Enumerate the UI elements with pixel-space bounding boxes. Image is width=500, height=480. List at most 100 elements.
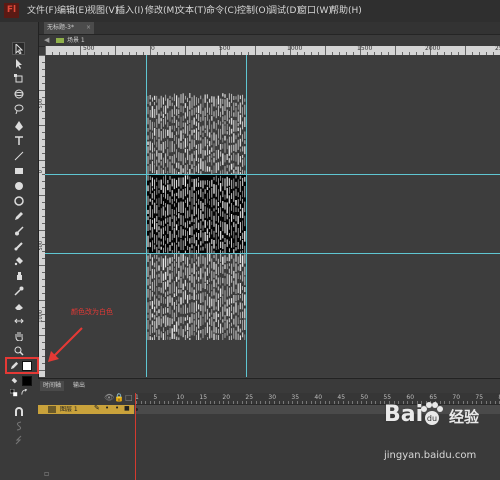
frame-tick <box>209 401 211 404</box>
frame-tick <box>306 401 308 404</box>
menu-file[interactable]: 文件(F) <box>27 4 57 18</box>
frame-tick <box>338 401 340 404</box>
glitch-artwork[interactable] <box>45 55 500 377</box>
fill-bucket-icon <box>9 376 19 386</box>
eyedropper-tool-icon[interactable] <box>12 284 25 297</box>
lock-icon[interactable]: 🔒 <box>114 393 124 402</box>
menu-insert[interactable]: 插入(I) <box>116 4 144 18</box>
outline-square-icon[interactable]: ■ <box>124 405 130 412</box>
width-tool-icon[interactable] <box>12 314 25 327</box>
menu-debug[interactable]: 调试(D) <box>268 4 300 18</box>
subselection-tool-icon[interactable] <box>12 57 25 70</box>
frame-tick <box>172 401 174 404</box>
bone-tool-icon[interactable] <box>12 239 25 252</box>
document-tab-bar: 无标题-3* × <box>38 22 500 35</box>
guide-line-vertical-left[interactable] <box>146 55 147 377</box>
playhead[interactable] <box>135 393 136 480</box>
new-layer-icon[interactable]: ▫ <box>44 469 49 478</box>
paint-bucket-tool-icon[interactable] <box>12 254 25 267</box>
ruler-tick <box>38 125 45 126</box>
svg-text:du: du <box>427 414 437 423</box>
outline-icon[interactable]: □ <box>125 393 133 402</box>
menu-help[interactable]: 帮助(H) <box>330 4 362 18</box>
menu-modify[interactable]: 修改(M) <box>145 4 178 18</box>
frame-tick <box>241 401 243 404</box>
smooth-icon[interactable] <box>12 419 25 432</box>
ruler-label: 500 <box>38 241 44 251</box>
frame-tick <box>177 401 179 404</box>
frame-number: 45 <box>337 394 346 401</box>
show-hide-icon[interactable]: 👁 <box>104 393 114 402</box>
ruler-label: 500 <box>219 46 231 52</box>
3d-rotation-tool-icon[interactable] <box>12 87 25 100</box>
scene-label[interactable]: 场景 1 <box>67 35 85 46</box>
frame-tick <box>205 401 206 404</box>
pencil-icon: ✎ <box>94 404 100 412</box>
fill-color-swatch[interactable] <box>22 376 32 386</box>
flash-app-window: Fl 文件(F) 编辑(E) 视图(V) 插入(I) 修改(M) 文本(T) 命… <box>0 0 500 480</box>
close-icon[interactable]: × <box>86 22 91 34</box>
frame-number: 60 <box>406 394 415 401</box>
ruler-label: 1500 <box>357 46 373 52</box>
menu-window[interactable]: 窗口(W) <box>298 4 332 18</box>
oval-tool-icon[interactable] <box>12 179 25 192</box>
straighten-icon[interactable] <box>12 433 25 446</box>
hand-tool-icon[interactable] <box>12 329 25 342</box>
visibility-dot-icon[interactable]: • <box>105 404 109 412</box>
frame-tick <box>297 401 298 404</box>
frame-number: 50 <box>360 394 369 401</box>
menu-edit[interactable]: 编辑(E) <box>57 4 88 18</box>
brush-tool-icon[interactable] <box>12 224 25 237</box>
guide-line-horizontal-bottom[interactable] <box>45 253 500 254</box>
lasso-tool-icon[interactable] <box>12 102 25 115</box>
guide-line-vertical-right[interactable] <box>246 55 247 377</box>
selection-tool-icon[interactable] <box>12 42 25 55</box>
frame-tick <box>462 401 464 404</box>
frame-tick <box>494 401 496 404</box>
pencil-tool-icon[interactable] <box>12 209 25 222</box>
tab-output[interactable]: 输出 <box>70 381 88 391</box>
frame-tick <box>251 401 252 404</box>
line-tool-icon[interactable] <box>12 149 25 162</box>
ink-bottle-tool-icon[interactable] <box>12 269 25 282</box>
pen-tool-icon[interactable] <box>12 119 25 132</box>
scene-icon <box>56 38 64 43</box>
frame-number: 70 <box>452 394 461 401</box>
back-arrow-icon[interactable]: ◀ <box>44 35 49 46</box>
ruler-label: 1000 <box>287 46 303 52</box>
menu-control[interactable]: 控制(O) <box>237 4 269 18</box>
rectangle-tool-icon[interactable] <box>12 164 25 177</box>
frame-tick <box>269 401 271 404</box>
document-tab[interactable]: 无标题-3* × <box>44 22 94 34</box>
frame-tick <box>159 401 160 404</box>
frame-tick <box>163 401 165 404</box>
timeline-panel: 时间轴 输出 👁 🔒 □ 1 5 10 15 20 25 30 35 40 45 50 55 60 65 7… <box>38 378 500 480</box>
annotation-note: 颜色改为白色 <box>71 308 113 316</box>
menu-text[interactable]: 文本(T) <box>176 4 207 18</box>
ruler-tick <box>38 90 45 91</box>
swap-arrow-icon[interactable] <box>20 389 29 397</box>
menu-commands[interactable]: 命令(C) <box>206 4 237 18</box>
frame-tick <box>310 401 312 404</box>
stage-canvas[interactable] <box>45 55 500 377</box>
ruler-label: 2000 <box>425 46 441 52</box>
zoom-tool-icon[interactable] <box>12 344 25 357</box>
eraser-tool-icon[interactable] <box>12 299 25 312</box>
guide-line-horizontal-top[interactable] <box>45 174 500 175</box>
layer-name[interactable]: 图层 1 <box>60 405 78 414</box>
lock-dot-icon[interactable]: • <box>115 404 119 412</box>
snap-to-objects-icon[interactable] <box>12 405 25 418</box>
swap-colors-icon[interactable] <box>10 389 18 397</box>
polystar-tool-icon[interactable] <box>12 194 25 207</box>
frame-tick <box>370 401 372 404</box>
free-transform-tool-icon[interactable] <box>12 72 25 85</box>
layer-row[interactable]: 图层 1 ✎ • • ■ <box>38 404 134 414</box>
ruler-label: 500 <box>38 99 44 109</box>
stroke-color-swatch[interactable] <box>22 361 32 371</box>
document-tab-label: 无标题-3* <box>47 24 74 31</box>
frame-number: 5 <box>153 394 158 401</box>
frame-number: 10 <box>176 394 185 401</box>
menu-view[interactable]: 视图(V) <box>87 4 118 18</box>
text-tool-icon[interactable] <box>12 134 25 147</box>
tab-timeline[interactable]: 时间轴 <box>40 381 65 391</box>
